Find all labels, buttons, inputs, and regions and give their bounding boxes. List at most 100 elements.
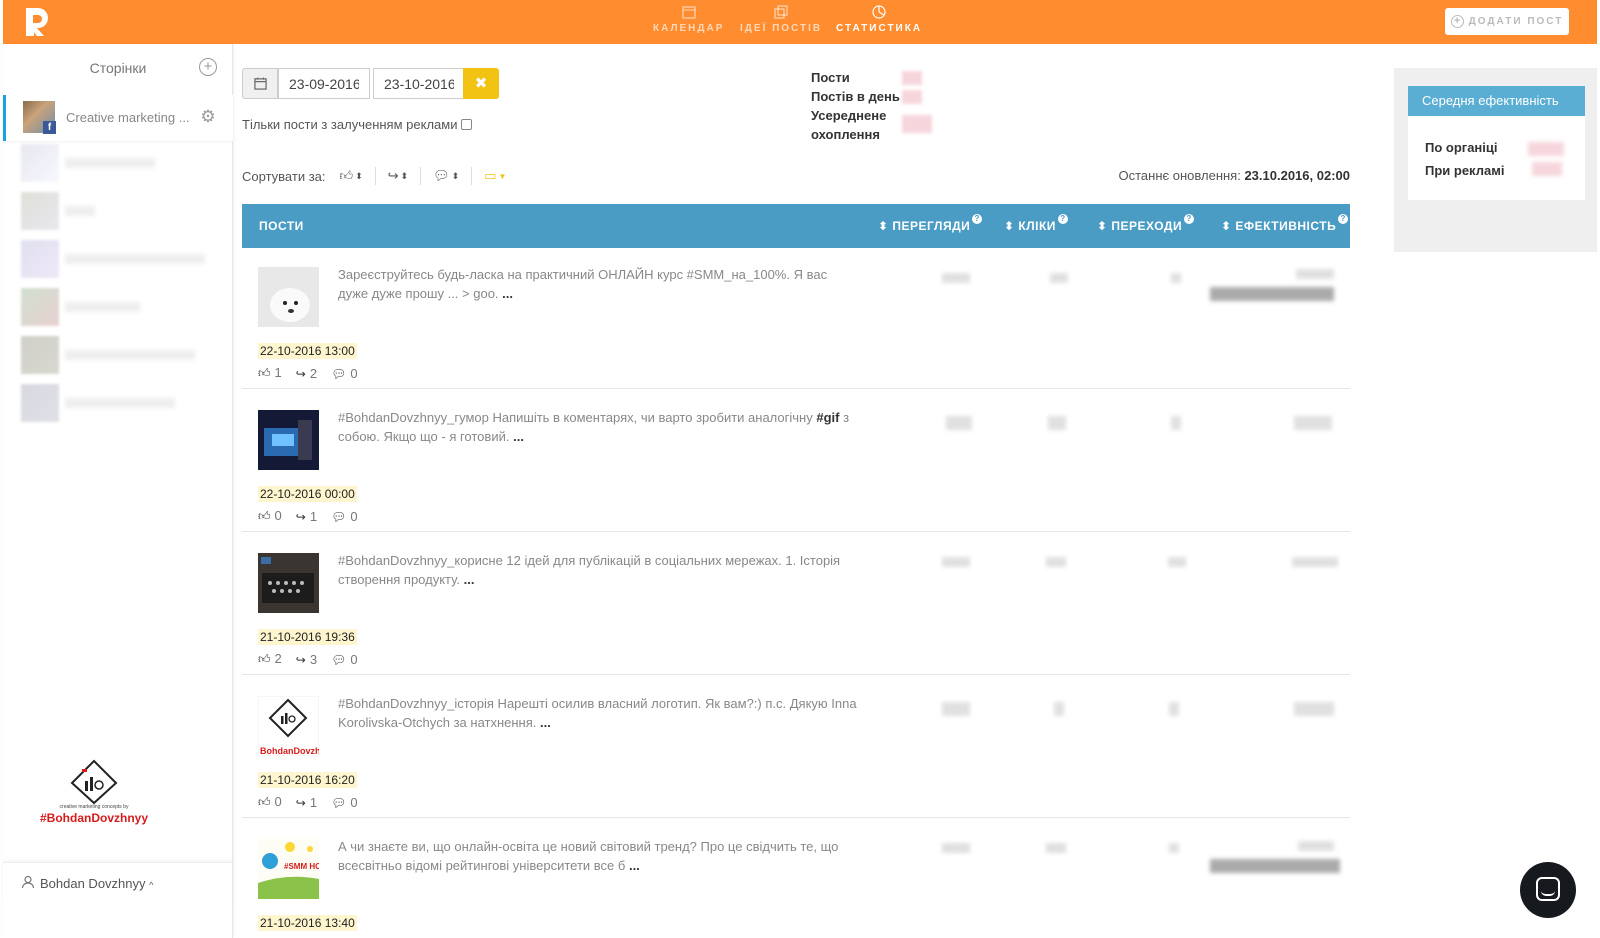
views-value-blurred: [942, 273, 970, 283]
help-icon[interactable]: ?: [972, 214, 983, 224]
nav-calendar[interactable]: КАЛЕНДАР: [653, 5, 724, 34]
column-efficiency-label: ЕФЕКТИВНІСТЬ: [1235, 219, 1337, 233]
avg-reach-value-blurred: [902, 115, 932, 133]
paid-efficiency-label: При рекламі: [1425, 163, 1505, 178]
read-more-link[interactable]: ...: [540, 715, 551, 730]
comments-count: 0: [350, 365, 358, 381]
page-avatar: f: [23, 101, 56, 134]
efficiency-value-blurred: [1296, 269, 1334, 279]
read-more-link[interactable]: ...: [464, 572, 475, 587]
post-engagement: 👍︎ 2 ↪ 3 💬︎ 0: [258, 651, 358, 667]
thumbs-up-icon: 👍︎: [258, 509, 271, 523]
date-from-input[interactable]: [278, 68, 370, 99]
sort-by-likes[interactable]: 👍︎ ⬍: [326, 167, 375, 185]
gear-icon[interactable]: ⚙: [198, 107, 218, 127]
calendar-icon[interactable]: [242, 68, 278, 99]
post-hashtag[interactable]: #gif: [816, 410, 839, 425]
column-views-label: ПЕРЕГЛЯДИ: [892, 219, 971, 233]
help-icon[interactable]: ?: [1338, 214, 1349, 224]
sort-arrows-icon: ⬍: [355, 170, 363, 181]
post-thumbnail[interactable]: [258, 267, 319, 327]
sort-by-shares[interactable]: ↪ ⬍: [374, 167, 420, 185]
share-icon: ↪: [295, 509, 306, 524]
post-text: А чи знаєте ви, що онлайн-освіта це нови…: [338, 837, 858, 875]
page-name-blurred: [65, 206, 95, 216]
app-logo[interactable]: [22, 6, 52, 38]
user-name-text: Bohdan Dovzhnyy: [40, 876, 146, 891]
read-more-link[interactable]: ...: [502, 286, 513, 301]
sidebar-page-blurred[interactable]: [21, 192, 221, 232]
ads-only-checkbox[interactable]: Тільки пости з залученням реклами: [242, 117, 473, 132]
nav-post-ideas[interactable]: ІДЕЇ ПОСТІВ: [740, 5, 822, 34]
add-post-button[interactable]: + ДОДАТИ ПОСТ: [1445, 8, 1569, 35]
checkbox-box[interactable]: [461, 119, 473, 130]
efficiency-card-title: Середня ефективність: [1408, 86, 1585, 116]
comment-icon: 💬︎: [331, 509, 347, 524]
sidebar-page-blurred[interactable]: [21, 144, 221, 184]
page-name-blurred: [65, 254, 205, 264]
column-efficiency[interactable]: ⬍ ЕФЕКТИВНІСТЬ?: [1221, 214, 1349, 233]
views-value-blurred: [942, 702, 970, 716]
read-more-link[interactable]: ...: [513, 429, 524, 444]
comment-icon: 💬︎: [331, 366, 347, 381]
post-row[interactable]: BohdanDovzh #BohdanDovzhnyy_історія Наре…: [242, 678, 1350, 818]
post-date: 22-10-2016 13:00: [258, 343, 357, 359]
clear-dates-button[interactable]: ✖: [463, 68, 499, 99]
transitions-value-blurred: [1171, 273, 1181, 283]
chevron-up-icon: ^: [149, 880, 154, 890]
post-thumbnail[interactable]: BohdanDovzh: [257, 695, 321, 757]
thumbnail-brand-text: BohdanDovzh: [260, 746, 319, 756]
views-value-blurred: [946, 416, 972, 430]
clicks-value-blurred: [1048, 416, 1066, 430]
comment-icon: 💬︎: [331, 652, 347, 667]
chat-launcher-button[interactable]: [1520, 862, 1576, 918]
sidebar-page-blurred[interactable]: [21, 240, 221, 280]
post-row[interactable]: #BohdanDovzhnyy_гумор Напишіть в комента…: [242, 392, 1350, 532]
ads-only-label: Тільки пости з залученням реклами: [242, 117, 458, 132]
efficiency-value-blurred: [1294, 702, 1334, 716]
column-views[interactable]: ⬍ ПЕРЕГЛЯДИ?: [878, 214, 983, 233]
shares-count: 2: [309, 365, 318, 381]
thumbnail-brand-text: #SMM НО: [284, 862, 319, 871]
help-icon[interactable]: ?: [1184, 214, 1195, 224]
post-text-content: Зареєструйтесь будь-ласка на практичний …: [338, 267, 828, 301]
page-name-blurred: [65, 158, 155, 168]
sidebar-page-blurred[interactable]: [21, 384, 221, 424]
clicks-value-blurred: [1050, 273, 1068, 283]
comments-count: 0: [350, 794, 358, 810]
sidebar-page-blurred[interactable]: [21, 336, 221, 376]
clicks-value-blurred: [1054, 702, 1064, 716]
post-row[interactable]: #SMM НО А чи знаєте ви, що онлайн-освіта…: [242, 821, 1350, 938]
efficiency-value-blurred: [1292, 557, 1338, 567]
column-transitions[interactable]: ⬍ ПЕРЕХОДИ?: [1097, 214, 1195, 233]
add-post-label: ДОДАТИ ПОСТ: [1468, 16, 1564, 27]
sort-arrows-icon: ⬍: [400, 170, 409, 181]
sort-by-comments[interactable]: 💬︎ ⬍: [420, 167, 471, 185]
read-more-link[interactable]: ...: [629, 858, 640, 873]
sort-arrows-icon: ⬍: [1221, 219, 1236, 233]
posts-count-value-blurred: [902, 71, 922, 85]
sidebar-page-active[interactable]: f Creative marketing ... ⚙: [3, 95, 233, 141]
page-name-blurred: [65, 350, 195, 360]
nav-statistics[interactable]: СТАТИСТИКА: [836, 5, 922, 34]
post-thumbnail[interactable]: [258, 410, 319, 470]
thumbs-up-icon: 👍︎: [339, 168, 354, 183]
organic-efficiency-label: По органіці: [1425, 140, 1498, 155]
post-row[interactable]: #BohdanDovzhnyy_корисне 12 ідей для публ…: [242, 535, 1350, 675]
post-thumbnail[interactable]: [258, 553, 319, 613]
paid-efficiency-value-blurred: [1532, 162, 1562, 176]
comment-icon: 💬︎: [433, 168, 450, 183]
post-row[interactable]: Зареєструйтесь будь-ласка на практичний …: [242, 249, 1350, 389]
sidebar-page-blurred[interactable]: [21, 288, 221, 328]
help-icon[interactable]: ?: [1057, 214, 1068, 224]
date-to-input[interactable]: [373, 68, 465, 99]
comments-count: 0: [350, 651, 358, 667]
user-menu[interactable]: Bohdan Dovzhnyy ^: [3, 862, 233, 902]
column-clicks[interactable]: ⬍ КЛІКИ?: [1004, 214, 1068, 233]
add-page-icon[interactable]: +: [199, 58, 217, 76]
sort-by-date[interactable]: ▭ ▼: [471, 167, 518, 185]
clicks-value-blurred: [1046, 557, 1066, 567]
post-thumbnail[interactable]: #SMM НО: [258, 839, 321, 899]
page-avatar-blurred: [21, 288, 59, 326]
shares-count: 3: [309, 651, 318, 667]
